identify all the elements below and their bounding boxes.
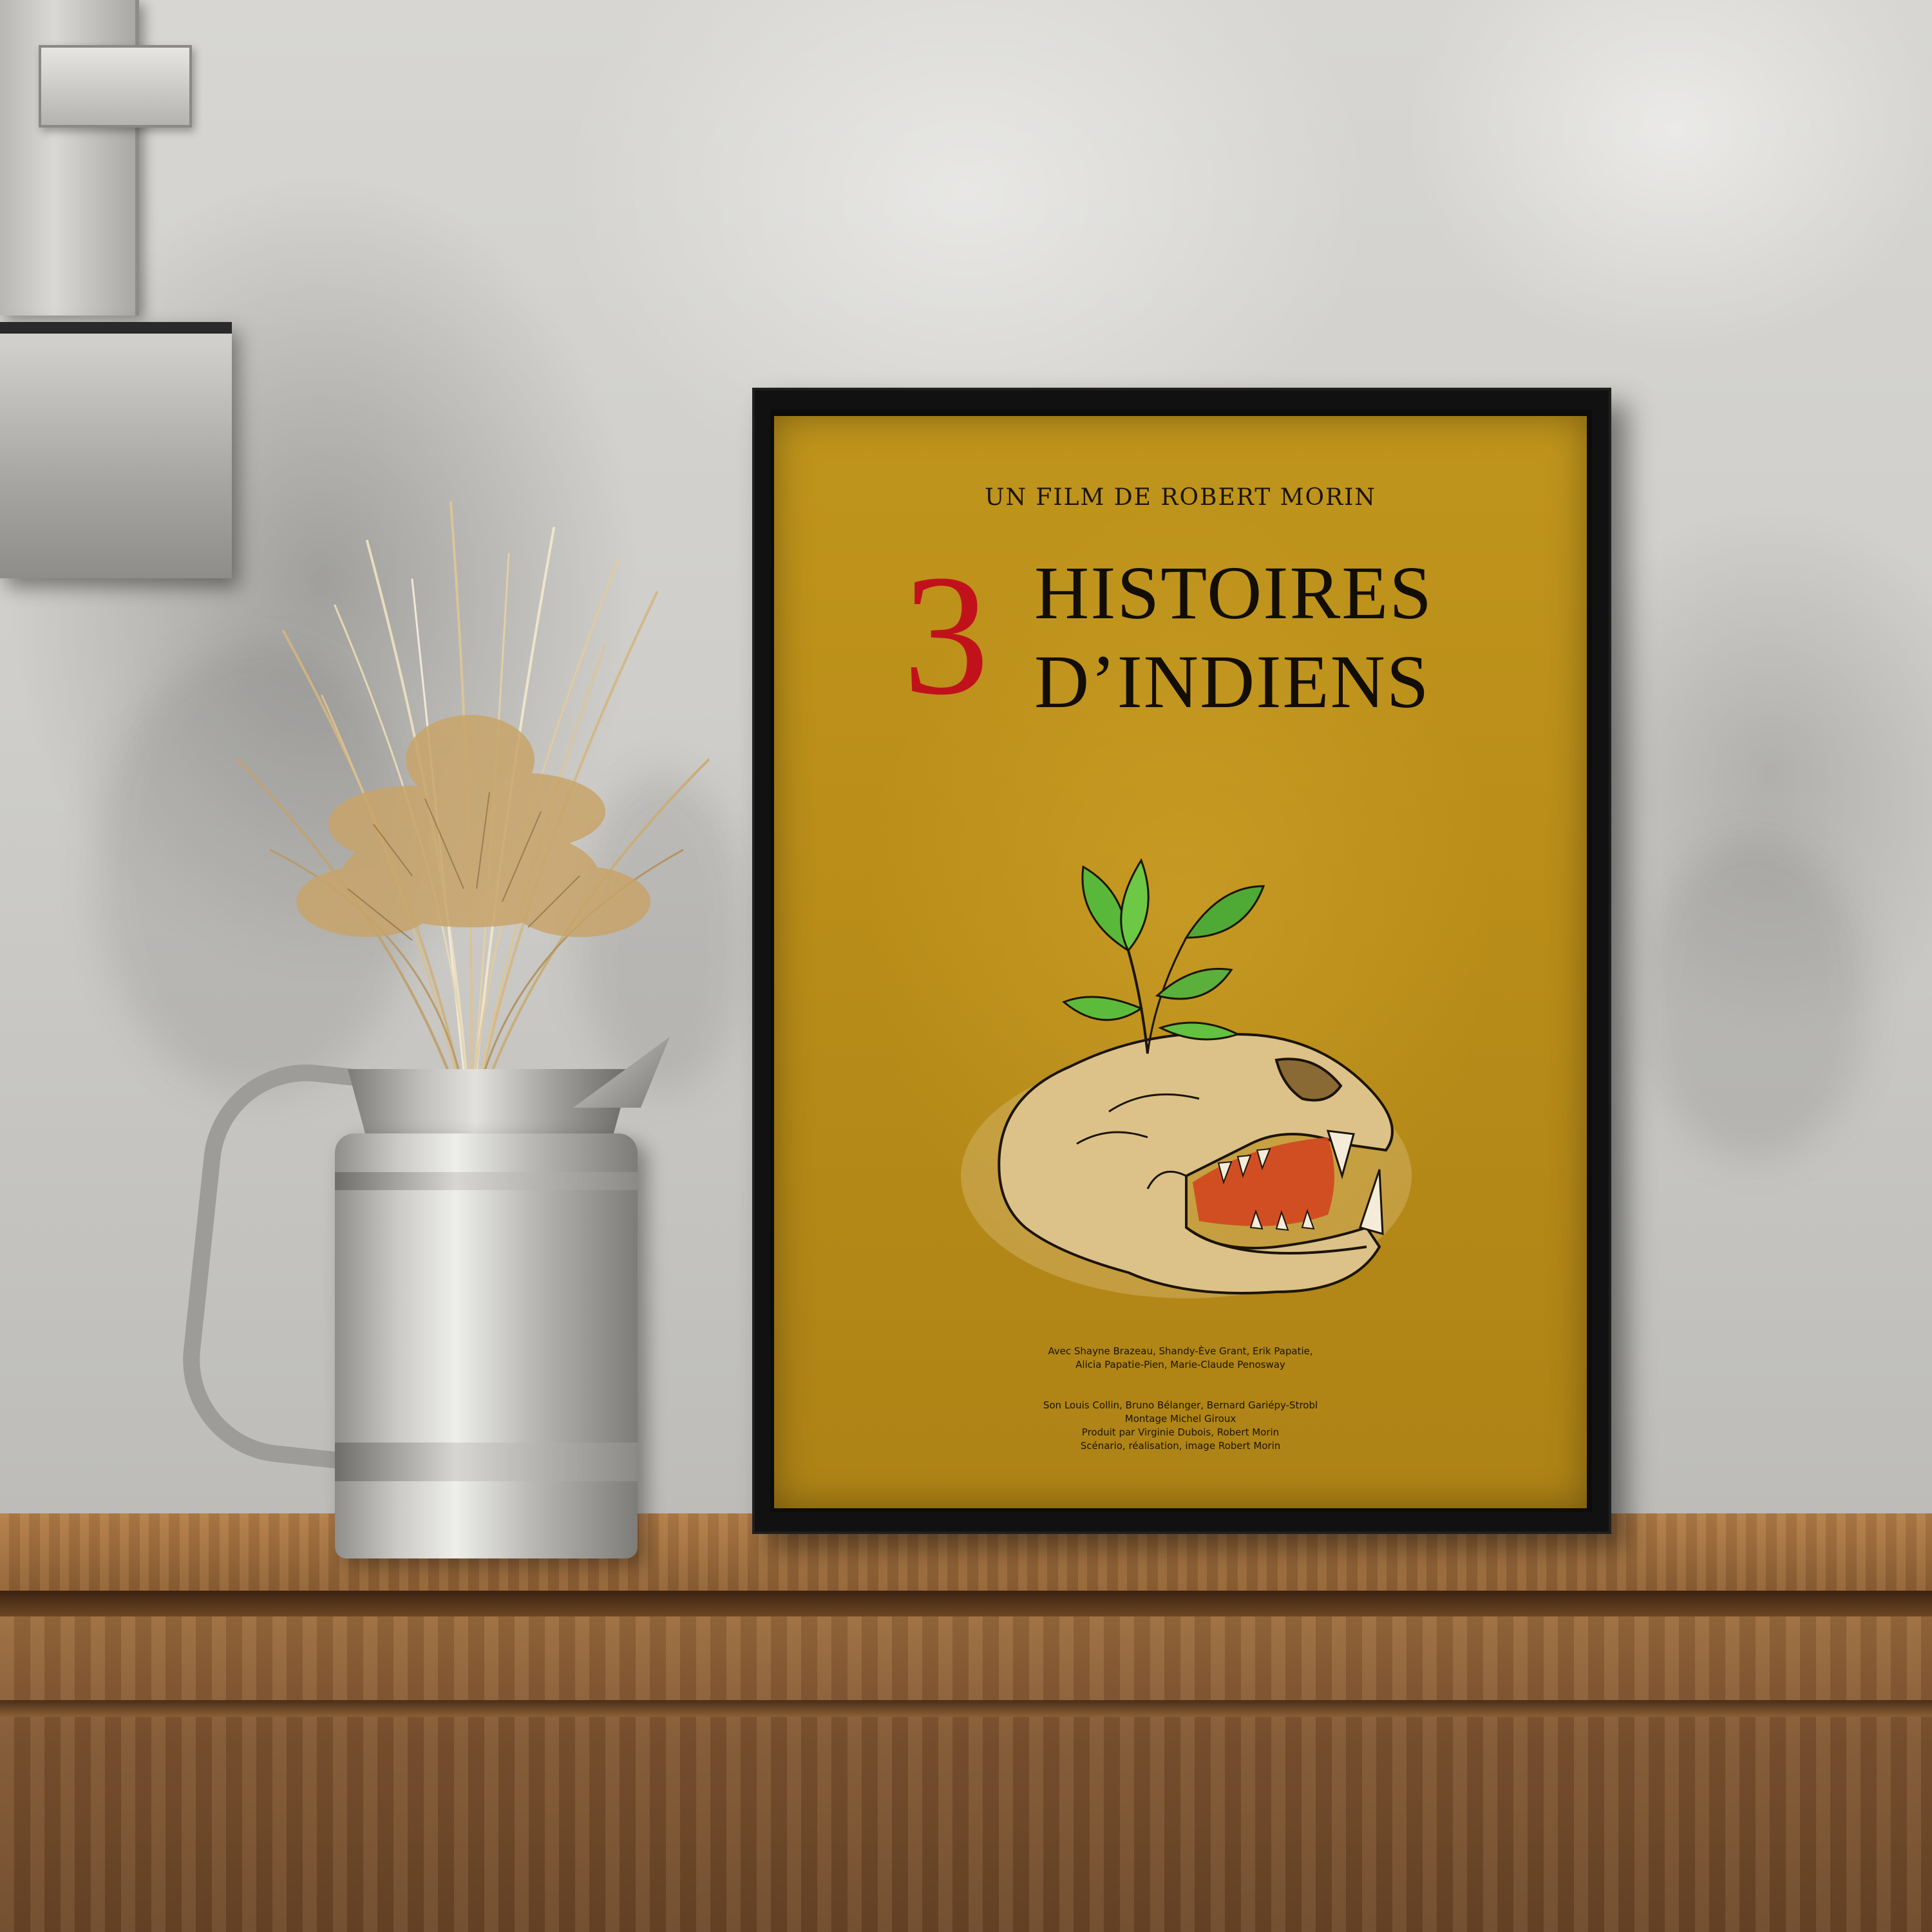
dried-grass [237, 501, 710, 1133]
shelf-edge [0, 1591, 1932, 1616]
poster-title-line-1: HISTOIRES [1034, 551, 1434, 635]
poster-crew-credits: Son Louis Collin, Bruno Bélanger, Bernar… [774, 1399, 1587, 1453]
shelf-groove [0, 1700, 1932, 1717]
poster-title-number: 3 [903, 539, 989, 730]
cast-line: Avec Shayne Brazeau, Shandy-Ève Grant, E… [1048, 1345, 1313, 1357]
wall-stain [1642, 837, 1868, 1159]
skull-sprout-illustration [961, 858, 1412, 1298]
metal-pitcher [335, 1133, 638, 1558]
crew-line: Son Louis Collin, Bruno Bélanger, Bernar… [1043, 1399, 1318, 1411]
movie-poster: UN FILM DE ROBERT MORIN 3 HISTOIRES D’IN… [774, 416, 1587, 1508]
crew-line: Montage Michel Giroux [1124, 1413, 1236, 1425]
wall-bracket-hinge [39, 45, 192, 128]
crew-line: Scénario, réalisation, image Robert Mori… [1080, 1440, 1281, 1452]
crew-line: Produit par Virginie Dubois, Robert Mori… [1081, 1426, 1280, 1438]
shelf-front [0, 1616, 1932, 1932]
wall-bracket-block [0, 322, 232, 578]
cast-line: Alicia Papatie-Pien, Marie-Claude Penosw… [1075, 1359, 1285, 1370]
poster-title-line-2: D’INDIENS [1034, 639, 1430, 724]
pitcher-band [335, 1172, 638, 1190]
poster-cast-credits: Avec Shayne Brazeau, Shandy-Ève Grant, E… [774, 1345, 1587, 1372]
pitcher-band [335, 1443, 638, 1481]
poster-director-credit: UN FILM DE ROBERT MORIN [985, 484, 1376, 511]
scene: UN FILM DE ROBERT MORIN 3 HISTOIRES D’IN… [0, 0, 1932, 1932]
